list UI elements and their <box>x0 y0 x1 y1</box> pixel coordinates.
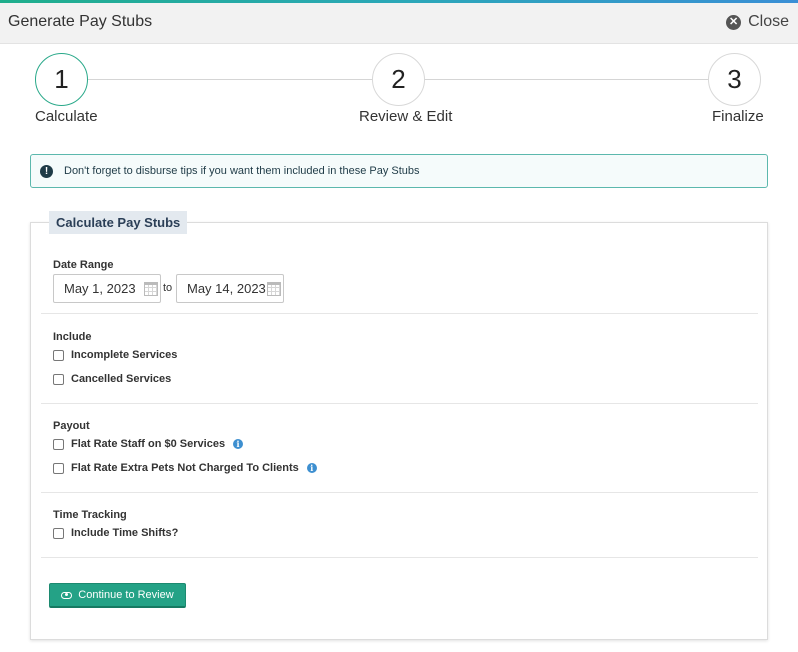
continue-to-review-button[interactable]: Continue to Review <box>49 583 186 608</box>
flat-rate-zero-label: Flat Rate Staff on $0 Services <box>71 438 226 450</box>
panel-legend: Calculate Pay Stubs <box>49 211 188 234</box>
continue-to-review-label: Continue to Review <box>78 589 174 601</box>
tips-alert: ! Don't forget to disburse tips if you w… <box>30 154 768 188</box>
step-connector <box>88 79 372 80</box>
exclamation-icon: ! <box>40 164 53 178</box>
close-icon: ✕ <box>726 14 742 30</box>
info-icon[interactable]: i <box>233 439 244 449</box>
flat-rate-zero-checkbox[interactable] <box>53 438 64 450</box>
step-3-label: Finalize <box>712 108 764 125</box>
incomplete-services-option[interactable]: Incomplete Services <box>53 349 177 361</box>
incomplete-services-checkbox[interactable] <box>53 349 64 361</box>
eye-icon <box>61 591 73 599</box>
info-icon[interactable]: i <box>306 463 317 473</box>
start-date-value: May 1, 2023 <box>64 281 136 296</box>
calendar-icon[interactable] <box>267 282 281 296</box>
modal-title: Generate Pay Stubs <box>8 13 153 30</box>
section-divider <box>41 492 758 493</box>
date-range-label: Date Range <box>53 259 114 271</box>
flat-rate-extra-pets-checkbox[interactable] <box>53 462 64 474</box>
calendar-icon[interactable] <box>144 282 158 296</box>
cancelled-services-label: Cancelled Services <box>71 373 172 385</box>
incomplete-services-label: Incomplete Services <box>71 349 178 361</box>
step-1-label: Calculate <box>35 108 98 125</box>
section-divider <box>41 557 758 558</box>
modal-header: Generate Pay Stubs ✕ Close <box>0 3 798 44</box>
date-separator: to <box>163 282 173 294</box>
time-tracking-label: Time Tracking <box>53 509 127 521</box>
cancelled-services-checkbox[interactable] <box>53 373 64 385</box>
step-2-circle: 2 <box>372 53 425 106</box>
start-date-input[interactable]: May 1, 2023 <box>53 274 161 303</box>
cancelled-services-option[interactable]: Cancelled Services <box>53 373 171 385</box>
include-time-shifts-option[interactable]: Include Time Shifts? <box>53 527 178 539</box>
section-divider <box>41 313 758 314</box>
flat-rate-extra-pets-option[interactable]: Flat Rate Extra Pets Not Charged To Clie… <box>53 462 317 474</box>
close-label: Close <box>748 13 789 30</box>
wizard-steps: 1 Calculate 2 Review & Edit 3 Finalize <box>0 44 798 134</box>
section-divider <box>41 403 758 404</box>
flat-rate-zero-option[interactable]: Flat Rate Staff on $0 Services i <box>53 438 244 450</box>
step-2-label: Review & Edit <box>359 108 453 125</box>
include-time-shifts-label: Include Time Shifts? <box>71 527 179 539</box>
include-label: Include <box>53 331 92 343</box>
end-date-value: May 14, 2023 <box>187 281 266 296</box>
step-connector <box>425 79 708 80</box>
flat-rate-extra-pets-label: Flat Rate Extra Pets Not Charged To Clie… <box>71 462 299 474</box>
end-date-input[interactable]: May 14, 2023 <box>176 274 284 303</box>
step-1-circle: 1 <box>35 53 88 106</box>
payout-label: Payout <box>53 420 90 432</box>
close-button[interactable]: ✕ Close <box>726 13 789 31</box>
alert-text: Don't forget to disburse tips if you wan… <box>64 165 420 177</box>
include-time-shifts-checkbox[interactable] <box>53 527 64 539</box>
step-3-circle: 3 <box>708 53 761 106</box>
